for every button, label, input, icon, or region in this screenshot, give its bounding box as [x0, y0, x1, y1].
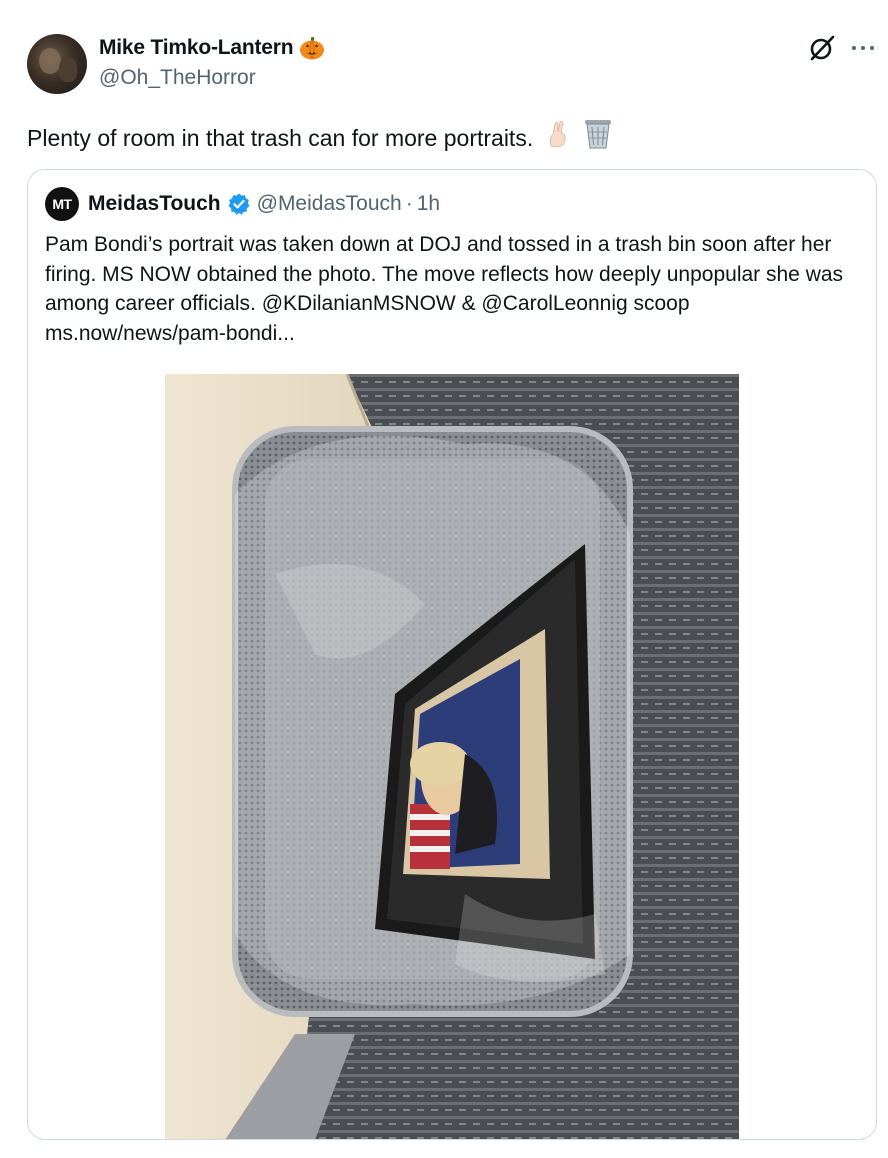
author-avatar[interactable] — [27, 34, 87, 94]
quoted-author-avatar[interactable]: MT — [45, 187, 79, 221]
meta-separator: · — [405, 192, 413, 215]
quoted-tweet-photo[interactable] — [165, 374, 739, 1139]
author-name[interactable]: Mike Timko-Lantern — [99, 36, 294, 60]
pumpkin-emoji-icon — [299, 36, 325, 60]
verified-badge-icon — [227, 192, 251, 216]
crossed-fingers-emoji-icon — [545, 120, 571, 155]
tweet: Mike Timko-Lantern @Oh_TheHorror Plenty … — [0, 0, 888, 1158]
author-handle[interactable]: @Oh_TheHorror — [99, 66, 256, 90]
tweet-text: Plenty of room in that trash can for mor… — [27, 124, 534, 151]
tweet-text-row: Plenty of room in that trash can for mor… — [27, 118, 613, 157]
more-options-icon[interactable] — [850, 40, 876, 56]
quoted-tweet-header: MeidasTouch @MeidasTouch · 1h — [88, 192, 440, 216]
quoted-tweet-text: Pam Bondi’s portrait was taken down at D… — [45, 233, 844, 345]
author-name-row[interactable]: Mike Timko-Lantern — [99, 36, 325, 60]
quoted-author-name[interactable]: MeidasTouch — [88, 192, 221, 216]
quoted-author-handle[interactable]: @MeidasTouch — [257, 192, 402, 216]
quoted-timestamp[interactable]: 1h — [417, 192, 440, 216]
grok-icon[interactable] — [808, 34, 836, 62]
quoted-tweet[interactable]: MT MeidasTouch @MeidasTouch · 1h Pam Bon… — [27, 169, 877, 1140]
wastebasket-emoji-icon — [583, 118, 613, 157]
quoted-meta: @MeidasTouch · 1h — [257, 192, 440, 216]
